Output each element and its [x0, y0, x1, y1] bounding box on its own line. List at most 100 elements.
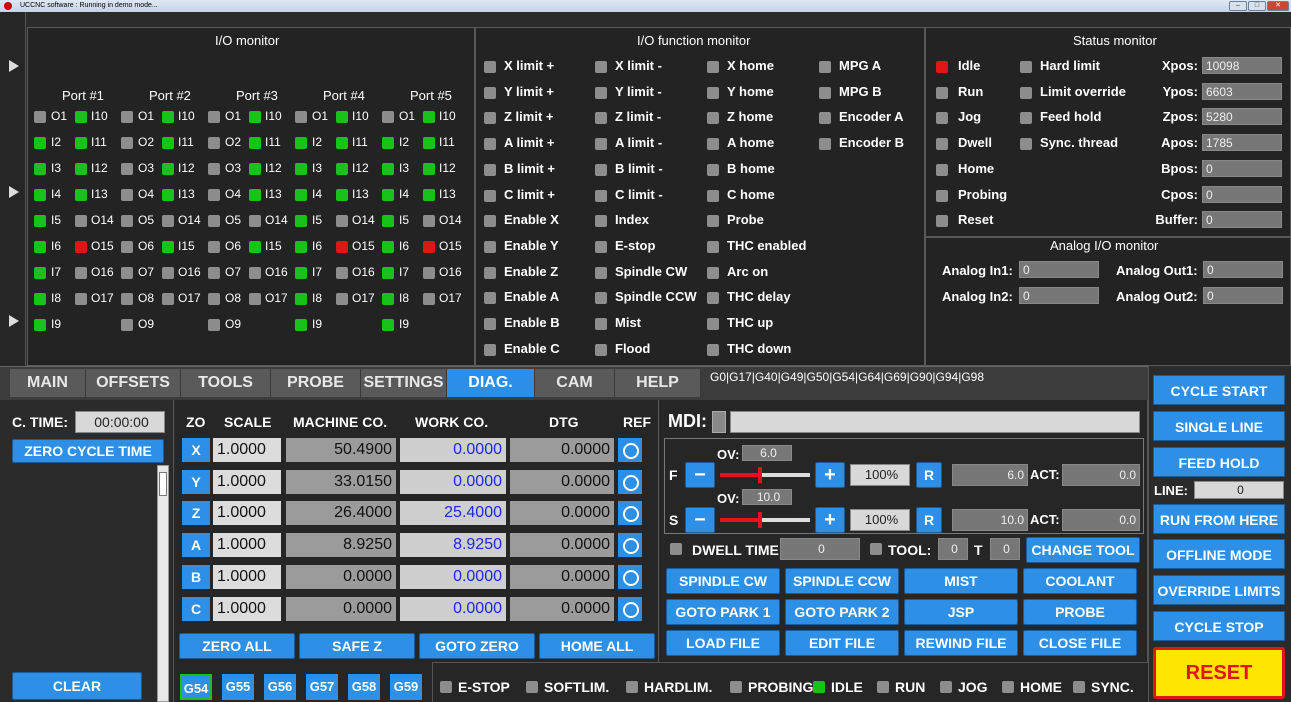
goto-zero-button[interactable]: GOTO ZERO	[419, 633, 535, 659]
spindle-slider-thumb[interactable]	[758, 512, 762, 528]
axis-y-zero-button[interactable]: Y	[182, 469, 210, 494]
jsp-button[interactable]: JSP	[904, 599, 1018, 625]
tab-tools[interactable]: TOOLS	[181, 369, 271, 397]
offset-g55-button[interactable]: G55	[222, 674, 254, 700]
io-led	[295, 111, 307, 123]
axis-b-zero-button[interactable]: B	[182, 564, 210, 589]
load-file-button[interactable]: LOAD FILE	[666, 630, 780, 656]
feed-minus-button[interactable]: −	[685, 462, 715, 488]
scrollbar[interactable]	[157, 465, 169, 702]
coolant-button[interactable]: COOLANT	[1023, 568, 1137, 594]
change-tool-button[interactable]: CHANGE TOOL	[1026, 537, 1140, 563]
cycle-start-button[interactable]: CYCLE START	[1153, 375, 1285, 405]
zero-all-button[interactable]: ZERO ALL	[179, 633, 295, 659]
tab-cam[interactable]: CAM	[535, 369, 615, 397]
tab-offsets[interactable]: OFFSETS	[86, 369, 181, 397]
function-label: E-stop	[615, 237, 656, 253]
mdi-history-icon[interactable]	[712, 411, 726, 433]
reference-icon[interactable]	[618, 438, 642, 462]
reset-button[interactable]: RESET	[1153, 647, 1285, 699]
scale-value[interactable]: 1.0000	[213, 596, 281, 621]
status-led	[1020, 61, 1032, 73]
expand-arrow-icon[interactable]	[9, 60, 19, 72]
work-coordinate[interactable]: 0.0000	[400, 596, 506, 621]
reference-icon[interactable]	[618, 533, 642, 558]
minimize-button[interactable]: –	[1229, 1, 1247, 11]
close-file-button[interactable]: CLOSE FILE	[1023, 630, 1137, 656]
feed-hold-button[interactable]: FEED HOLD	[1153, 447, 1285, 477]
probe-button[interactable]: PROBE	[1023, 599, 1137, 625]
override-limits-button[interactable]: OVERRIDE LIMITS	[1153, 575, 1285, 605]
feed-slider[interactable]	[720, 467, 810, 483]
tab-main[interactable]: MAIN	[10, 369, 86, 397]
dro-header-work: WORK CO.	[415, 414, 489, 430]
feed-reset-button[interactable]: R	[916, 462, 942, 488]
home-all-button[interactable]: HOME ALL	[539, 633, 655, 659]
spindle-ccw-button[interactable]: SPINDLE CCW	[785, 568, 899, 594]
tab-settings[interactable]: SETTINGS	[361, 369, 447, 397]
cycle-stop-button[interactable]: CYCLE STOP	[1153, 611, 1285, 641]
scale-value[interactable]: 1.0000	[213, 533, 281, 558]
run-from-here-button[interactable]: RUN FROM HERE	[1153, 504, 1285, 534]
status-bar-label: SOFTLIM.	[544, 679, 610, 695]
safe-z-button[interactable]: SAFE Z	[299, 633, 415, 659]
offset-g59-button[interactable]: G59	[390, 674, 422, 700]
tab-help[interactable]: HELP	[615, 369, 701, 397]
io-led	[121, 319, 133, 331]
tab-probe[interactable]: PROBE	[271, 369, 361, 397]
mist-button[interactable]: MIST	[904, 568, 1018, 594]
scale-value[interactable]: 1.0000	[213, 564, 281, 589]
expand-arrow-icon[interactable]	[9, 315, 19, 327]
work-coordinate[interactable]: 0.0000	[400, 469, 506, 494]
axis-a-zero-button[interactable]: A	[182, 533, 210, 558]
offset-g54-button[interactable]: G54	[180, 674, 212, 700]
feed-slider-thumb[interactable]	[758, 467, 762, 483]
cycle-time-label: C. TIME:	[12, 414, 68, 430]
scale-value[interactable]: 1.0000	[213, 469, 281, 494]
status-label: Reset	[958, 212, 994, 228]
work-coordinate[interactable]: 25.4000	[400, 501, 506, 526]
offset-g56-button[interactable]: G56	[264, 674, 296, 700]
work-coordinate[interactable]: 0.0000	[400, 438, 506, 462]
feed-plus-button[interactable]: +	[815, 462, 845, 488]
goto-park-2-button[interactable]: GOTO PARK 2	[785, 599, 899, 625]
scrollbar-thumb[interactable]	[159, 472, 167, 496]
rewind-file-button[interactable]: REWIND FILE	[904, 630, 1018, 656]
tab-diag[interactable]: DIAG.	[447, 369, 535, 397]
status-bar-label: HOME	[1020, 679, 1062, 695]
axis-z-zero-button[interactable]: Z	[182, 501, 210, 526]
scale-value[interactable]: 1.0000	[213, 438, 281, 462]
offset-g58-button[interactable]: G58	[348, 674, 380, 700]
spindle-reset-button[interactable]: R	[916, 507, 942, 533]
work-coordinate[interactable]: 8.9250	[400, 533, 506, 558]
work-coordinate[interactable]: 0.0000	[400, 564, 506, 589]
maximize-button[interactable]: □	[1248, 1, 1266, 11]
spindle-slider[interactable]	[720, 512, 810, 528]
reference-icon[interactable]	[618, 469, 642, 494]
spindle-plus-button[interactable]: +	[815, 507, 845, 533]
single-line-button[interactable]: SINGLE LINE	[1153, 411, 1285, 441]
spindle-minus-button[interactable]: −	[685, 507, 715, 533]
io-pin-label: I2	[51, 135, 62, 149]
clear-button[interactable]: CLEAR	[12, 672, 142, 700]
function-label: B limit -	[615, 160, 663, 176]
io-led	[423, 241, 435, 253]
left-gutter	[0, 12, 26, 366]
axis-c-zero-button[interactable]: C	[182, 596, 210, 621]
goto-park-1-button[interactable]: GOTO PARK 1	[666, 599, 780, 625]
edit-file-button[interactable]: EDIT FILE	[785, 630, 899, 656]
close-button[interactable]: ✕	[1267, 1, 1289, 11]
scale-value[interactable]: 1.0000	[213, 501, 281, 526]
reference-icon[interactable]	[618, 596, 642, 621]
io-pin-label: I10	[178, 109, 195, 123]
line-value[interactable]: 0	[1194, 481, 1284, 499]
expand-arrow-icon[interactable]	[9, 186, 19, 198]
spindle-cw-button[interactable]: SPINDLE CW	[666, 568, 780, 594]
reference-icon[interactable]	[618, 564, 642, 589]
offset-g57-button[interactable]: G57	[306, 674, 338, 700]
offline-mode-button[interactable]: OFFLINE MODE	[1153, 539, 1285, 569]
axis-x-zero-button[interactable]: X	[182, 438, 210, 462]
zero-cycle-time-button[interactable]: ZERO CYCLE TIME	[12, 439, 164, 463]
mdi-input[interactable]	[730, 411, 1140, 433]
reference-icon[interactable]	[618, 501, 642, 526]
